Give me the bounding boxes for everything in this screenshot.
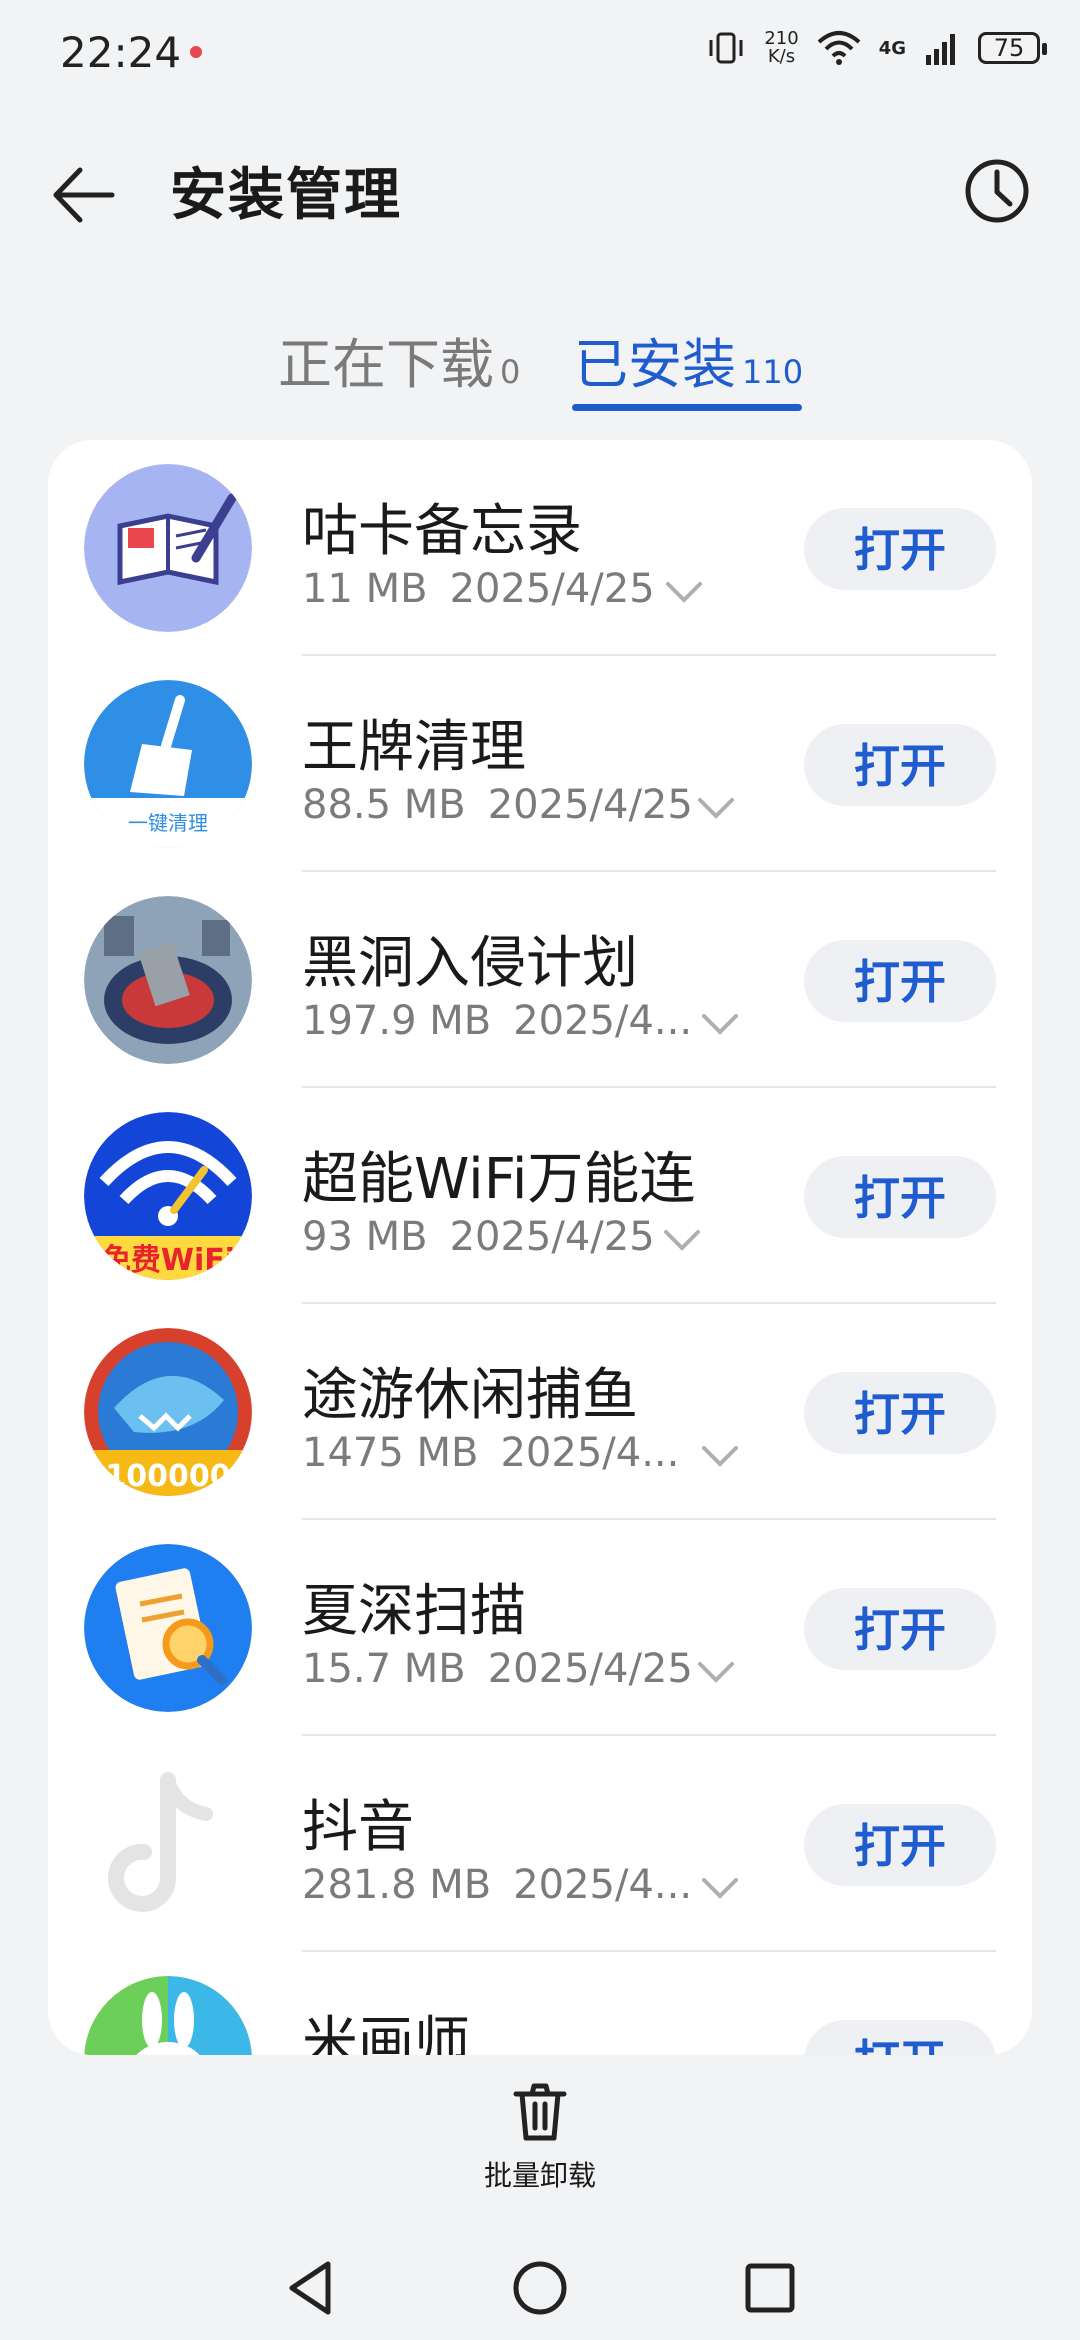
nav-recent-square-icon[interactable] <box>740 2258 800 2318</box>
app-meta: 197.9 MB 2025/4... <box>302 998 692 1044</box>
app-meta: 93 MB 2025/4/25 <box>302 1214 655 1260</box>
app-row[interactable]: 抖音 281.8 MB 2025/4... 打开 <box>48 1736 1032 1952</box>
svg-text:100000: 100000 <box>105 1459 230 1494</box>
tiktok-note-icon <box>84 1760 252 1928</box>
batch-uninstall-label: 批量卸载 <box>483 2159 596 2192</box>
open-button[interactable]: 打开 <box>804 1588 996 1670</box>
app-name: 抖音 <box>302 1795 414 1860</box>
chevron-down-icon[interactable] <box>664 580 704 604</box>
notebook-pen-icon <box>84 464 252 632</box>
open-button[interactable]: 打开 <box>804 2020 996 2055</box>
app-name: 黑洞入侵计划 <box>302 931 638 996</box>
app-meta: 88.5 MB 2025/4/25 <box>302 782 693 828</box>
rainbow-rabbit-icon <box>84 1976 252 2055</box>
open-button[interactable]: 打开 <box>804 1372 996 1454</box>
app-size: 11 MB <box>302 566 428 612</box>
trash-icon <box>513 2083 567 2141</box>
app-meta: 15.7 MB 2025/4/25 <box>302 1646 693 1692</box>
network-type: 4G <box>878 37 906 59</box>
wifi-key-icon: 免费WiFi <box>84 1112 252 1280</box>
status-time: 22:24 <box>60 28 182 77</box>
app-name: 王牌清理 <box>302 715 526 780</box>
network-speed: 210 K/s <box>764 30 798 66</box>
app-row[interactable]: 米画师 打开 <box>48 1952 1032 2055</box>
app-name: 夏深扫描 <box>302 1579 526 1644</box>
app-date: 2025/4/25 <box>449 1214 655 1260</box>
open-button[interactable]: 打开 <box>804 508 996 590</box>
history-clock-icon[interactable] <box>964 158 1030 224</box>
app-row[interactable]: 咕卡备忘录 11 MB 2025/4/25 打开 <box>48 440 1032 656</box>
tab-downloading[interactable]: 正在下载 0 <box>278 320 520 399</box>
app-date: 2025/4... <box>513 998 693 1044</box>
app-size: 281.8 MB <box>302 1862 492 1908</box>
cell-signal-icon <box>926 34 955 65</box>
tab-installed-count: 110 <box>742 353 804 391</box>
batch-uninstall-button[interactable]: 批量卸载 <box>440 2080 640 2192</box>
app-name: 米画师 <box>302 2011 470 2055</box>
svg-text:免费WiFi: 免费WiFi <box>101 1243 235 1278</box>
page-title: 安装管理 <box>170 163 402 228</box>
open-button[interactable]: 打开 <box>804 1804 996 1886</box>
wifi-icon <box>817 31 861 65</box>
tab-downloading-label: 正在下载 <box>278 333 494 396</box>
header: 安装管理 <box>0 140 1080 240</box>
tab-installed[interactable]: 已安装 110 <box>574 320 803 399</box>
app-name: 途游休闲捕鱼 <box>302 1363 638 1428</box>
app-size: 93 MB <box>302 1214 428 1260</box>
chevron-down-icon[interactable] <box>696 1660 736 1684</box>
app-meta: 1475 MB 2025/4... <box>302 1430 679 1476</box>
nav-home-circle-icon[interactable] <box>510 2258 570 2318</box>
nav-back-triangle-icon[interactable] <box>282 2258 342 2318</box>
app-name: 超能WiFi万能连 <box>302 1147 696 1212</box>
app-date: 2025/4/25 <box>487 782 693 828</box>
app-size: 15.7 MB <box>302 1646 466 1692</box>
chevron-down-icon[interactable] <box>700 1444 740 1468</box>
broom-cleaner-icon: 一键清理 <box>84 680 252 848</box>
chevron-down-icon[interactable] <box>700 1876 740 1900</box>
app-size: 197.9 MB <box>302 998 492 1044</box>
battery-icon: 75 <box>978 32 1047 64</box>
chevron-down-icon[interactable] <box>700 1012 740 1036</box>
installed-app-list: 咕卡备忘录 11 MB 2025/4/25 打开 一键清理 王牌清理 88.5 M… <box>48 440 1032 2055</box>
app-date: 2025/4... <box>500 1430 680 1476</box>
tab-installed-label: 已安装 <box>574 333 736 396</box>
tab-bar: 正在下载 0 已安装 110 <box>0 320 1080 420</box>
open-button[interactable]: 打开 <box>804 1156 996 1238</box>
tab-downloading-count: 0 <box>500 353 521 391</box>
network-speed-unit: K/s <box>767 46 796 67</box>
app-row[interactable]: 夏深扫描 15.7 MB 2025/4/25 打开 <box>48 1520 1032 1736</box>
app-name: 咕卡备忘录 <box>302 499 582 564</box>
app-date: 2025/4... <box>513 1862 693 1908</box>
app-size: 88.5 MB <box>302 782 466 828</box>
app-size: 1475 MB <box>302 1430 479 1476</box>
document-scan-icon <box>84 1544 252 1712</box>
black-hole-game-icon <box>84 896 252 1064</box>
open-button[interactable]: 打开 <box>804 724 996 806</box>
back-arrow-icon[interactable] <box>50 160 120 230</box>
app-meta: 11 MB 2025/4/25 <box>302 566 655 612</box>
app-date: 2025/4/25 <box>449 566 655 612</box>
vibrate-icon <box>709 32 743 64</box>
tab-active-indicator <box>572 404 802 411</box>
app-row[interactable]: 100000 途游休闲捕鱼 1475 MB 2025/4... 打开 <box>48 1304 1032 1520</box>
svg-text:一键清理: 一键清理 <box>128 811 208 835</box>
shark-fishing-icon: 100000 <box>84 1328 252 1496</box>
app-row[interactable]: 免费WiFi 超能WiFi万能连 93 MB 2025/4/25 打开 <box>48 1088 1032 1304</box>
status-icons: 210 K/s 4G 75 <box>706 28 1047 68</box>
chevron-down-icon[interactable] <box>662 1228 702 1252</box>
chevron-down-icon[interactable] <box>696 796 736 820</box>
status-bar: 22:24 210 K/s 4G 75 <box>0 0 1080 105</box>
system-nav-bar <box>0 2240 1080 2340</box>
app-row[interactable]: 黑洞入侵计划 197.9 MB 2025/4... 打开 <box>48 872 1032 1088</box>
app-row[interactable]: 一键清理 王牌清理 88.5 MB 2025/4/25 打开 <box>48 656 1032 872</box>
notification-dot-icon <box>190 46 202 58</box>
open-button[interactable]: 打开 <box>804 940 996 1022</box>
app-date: 2025/4/25 <box>487 1646 693 1692</box>
app-meta: 281.8 MB 2025/4... <box>302 1862 692 1908</box>
